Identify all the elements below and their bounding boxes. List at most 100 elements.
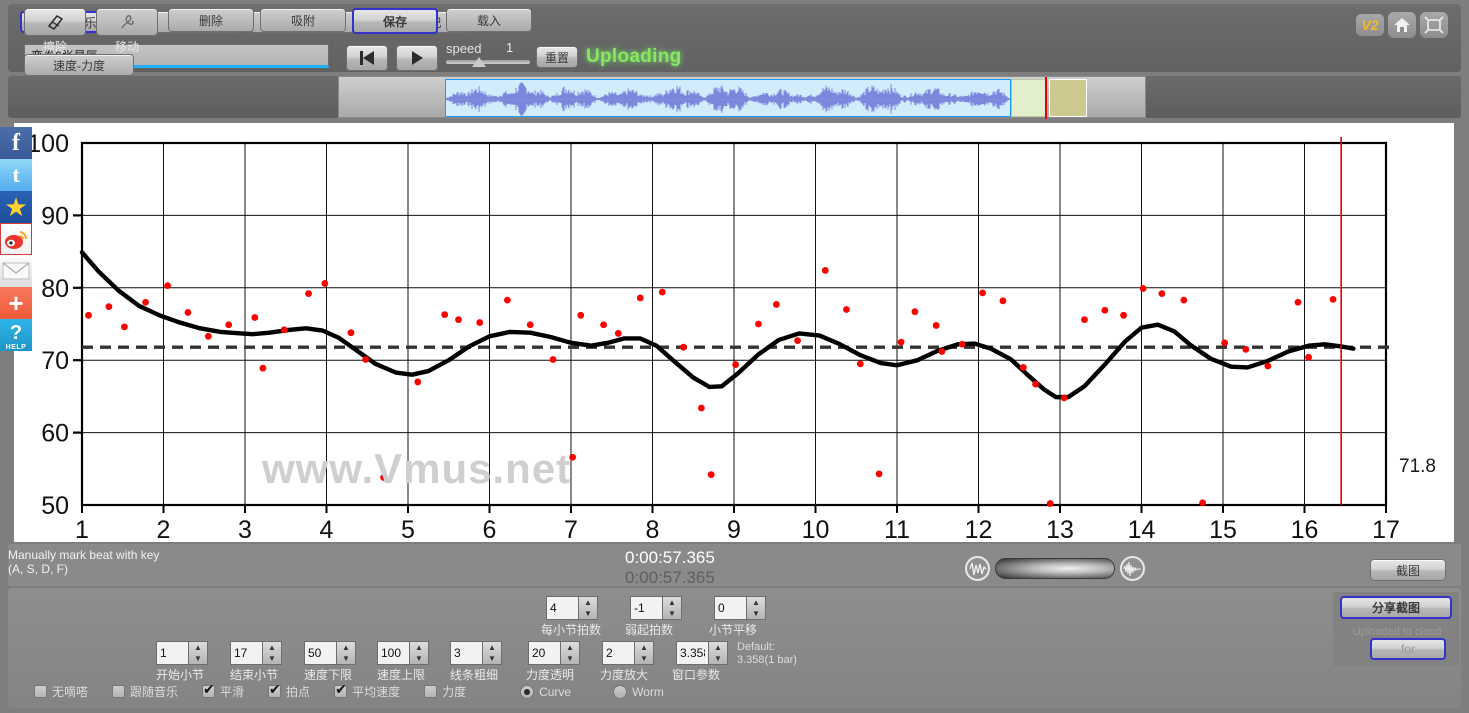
reset-button[interactable]: 重置 [536, 46, 578, 68]
help-icon[interactable]: ? HELP [0, 319, 32, 351]
chevron-up-icon[interactable]: ▲ [663, 597, 681, 608]
worm-radio[interactable] [613, 684, 628, 699]
chevron-down-icon[interactable]: ▼ [635, 653, 653, 664]
screenshot-button[interactable]: 截图 [1370, 559, 1446, 581]
waveform-icon[interactable] [965, 556, 990, 581]
chevron-up-icon[interactable]: ▲ [709, 642, 727, 653]
pickup-beats-spinner-arrows[interactable]: ▲ ▼ [662, 596, 682, 620]
beats-checkbox[interactable] [268, 682, 282, 698]
chevron-down-icon[interactable]: ▼ [561, 653, 579, 664]
follow-music-checkbox[interactable] [112, 685, 126, 698]
cloud-upload-button[interactable]: for [1370, 638, 1446, 660]
dynamics-scale-spinner[interactable]: ▲▼ [602, 641, 654, 665]
beats-per-bar-spinner[interactable]: ▲▼ [546, 596, 598, 620]
rewind-button[interactable] [346, 45, 388, 71]
waveform-green-region[interactable] [1011, 79, 1047, 117]
waveform-loud-icon[interactable] [1120, 556, 1145, 581]
chevron-down-icon[interactable]: ▼ [189, 653, 207, 664]
window-param-spinner-arrows[interactable]: ▲ ▼ [708, 641, 728, 665]
chevron-up-icon[interactable]: ▲ [410, 642, 428, 653]
chevron-down-icon[interactable]: ▼ [410, 653, 428, 664]
line-width-spinner-arrows[interactable]: ▲ ▼ [482, 641, 502, 665]
chevron-up-icon[interactable]: ▲ [337, 642, 355, 653]
version-badge[interactable]: V2 [1356, 14, 1384, 36]
dynamics-alpha-spinner[interactable]: ▲▼ [528, 641, 580, 665]
tempo-max-spinner-input[interactable] [377, 641, 409, 665]
facebook-icon[interactable]: f [0, 127, 32, 159]
tempo-min-spinner-arrows[interactable]: ▲ ▼ [336, 641, 356, 665]
delete-button[interactable]: 删除 [168, 8, 254, 32]
pickup-beats-spinner[interactable]: ▲▼ [630, 596, 682, 620]
dynamics-scale-spinner-arrows[interactable]: ▲ ▼ [634, 641, 654, 665]
tempo-max-spinner[interactable]: ▲▼ [377, 641, 429, 665]
tempo-max-spinner-arrows[interactable]: ▲ ▼ [409, 641, 429, 665]
chevron-down-icon[interactable]: ▼ [747, 608, 765, 619]
share-screenshot-button[interactable]: 分享截图 [1340, 596, 1452, 619]
speed-slider-track[interactable] [446, 60, 530, 64]
snap-button[interactable]: 吸附 [260, 8, 346, 32]
end-bar-spinner[interactable]: ▲▼ [230, 641, 282, 665]
chevron-down-icon[interactable]: ▼ [263, 653, 281, 664]
save-button[interactable]: 保存 [352, 8, 438, 34]
beats-per-bar-spinner-input[interactable] [546, 596, 578, 620]
pickup-beats-spinner-input[interactable] [630, 596, 662, 620]
zing-star-icon[interactable]: ★ [0, 191, 32, 223]
bar-shift-spinner-arrows[interactable]: ▲ ▼ [746, 596, 766, 620]
weibo-icon[interactable] [0, 223, 32, 255]
start-bar-spinner-input[interactable] [156, 641, 188, 665]
dynamics-scale-spinner-input[interactable] [602, 641, 634, 665]
chevron-down-icon[interactable]: ▼ [579, 608, 597, 619]
waveform-olive-region[interactable] [1049, 79, 1087, 117]
bar-shift-spinner[interactable]: ▲▼ [714, 596, 766, 620]
chevron-down-icon[interactable]: ▼ [337, 653, 355, 664]
dynamics-alpha-spinner-arrows[interactable]: ▲ ▼ [560, 641, 580, 665]
end-bar-spinner-input[interactable] [230, 641, 262, 665]
average-tempo-checkbox[interactable] [334, 682, 348, 698]
chevron-up-icon[interactable]: ▲ [579, 597, 597, 608]
erase-tool[interactable] [24, 8, 86, 36]
share-plus-icon[interactable]: + [0, 287, 32, 319]
start-bar-spinner[interactable]: ▲▼ [156, 641, 208, 665]
load-button[interactable]: 载入 [446, 8, 532, 32]
waveform-frame[interactable] [338, 76, 1146, 119]
svg-text:5: 5 [401, 516, 415, 542]
chevron-up-icon[interactable]: ▲ [189, 642, 207, 653]
smooth-checkbox[interactable] [202, 682, 216, 698]
chevron-down-icon[interactable]: ▼ [663, 608, 681, 619]
beats-per-bar-spinner-arrows[interactable]: ▲ ▼ [578, 596, 598, 620]
no-tick-checkbox-label: 无嘀嗒 [52, 685, 89, 699]
fullscreen-button[interactable] [1420, 12, 1448, 38]
start-bar-spinner-arrows[interactable]: ▲ ▼ [188, 641, 208, 665]
bar-shift-spinner-input[interactable] [714, 596, 746, 620]
no-tick-checkbox[interactable] [34, 685, 47, 698]
twitter-icon[interactable]: t [0, 159, 32, 191]
end-bar-spinner-arrows[interactable]: ▲ ▼ [262, 641, 282, 665]
move-tool[interactable] [96, 8, 158, 36]
waveform-playhead[interactable] [1045, 77, 1047, 119]
chevron-up-icon[interactable]: ▲ [561, 642, 579, 653]
tempo-chart-panel[interactable]: 50 60 70 80 90 100 1 2 3 4 5 6 7 8 9 10 11 12 13 14 15 16 17 w… [14, 123, 1454, 542]
email-icon[interactable] [0, 255, 32, 287]
tempo-min-spinner[interactable]: ▲▼ [304, 641, 356, 665]
volume-slider[interactable] [995, 558, 1115, 579]
chevron-up-icon[interactable]: ▲ [483, 642, 501, 653]
window-param-spinner[interactable]: ▲▼ [676, 641, 728, 665]
home-button[interactable] [1388, 12, 1416, 38]
chevron-down-icon[interactable]: ▼ [709, 653, 727, 664]
dynamics-checkbox[interactable] [424, 685, 438, 698]
chevron-up-icon[interactable]: ▲ [747, 597, 765, 608]
play-button[interactable] [396, 45, 438, 71]
line-width-spinner[interactable]: ▲▼ [450, 641, 502, 665]
speed-slider-thumb[interactable] [472, 57, 486, 67]
average-tempo-checkbox-label: 平均速度 [352, 685, 401, 699]
chevron-up-icon[interactable]: ▲ [263, 642, 281, 653]
chevron-up-icon[interactable]: ▲ [635, 642, 653, 653]
speed-dynamics-button[interactable]: 速度-力度 [24, 54, 134, 76]
waveform-selection[interactable] [445, 79, 1011, 117]
curve-radio[interactable] [520, 684, 535, 699]
chevron-down-icon[interactable]: ▼ [483, 653, 501, 664]
dynamics-alpha-spinner-input[interactable] [528, 641, 560, 665]
window-param-spinner-input[interactable] [676, 641, 708, 665]
line-width-spinner-input[interactable] [450, 641, 482, 665]
tempo-min-spinner-input[interactable] [304, 641, 336, 665]
